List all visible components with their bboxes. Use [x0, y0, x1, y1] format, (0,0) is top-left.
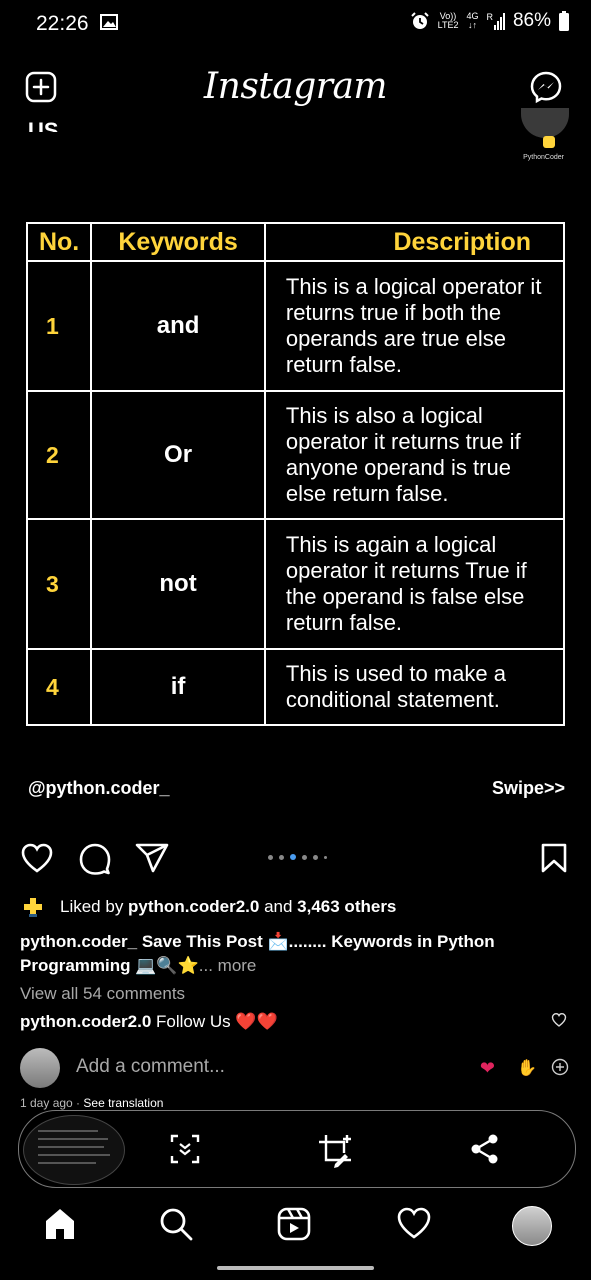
row-number: 2	[25, 390, 93, 520]
scroll-capture-icon[interactable]	[169, 1133, 201, 1165]
brand-badge-label: PythonCoder	[523, 154, 564, 161]
bottom-navigation	[0, 1190, 591, 1260]
table-header-row: No. Keywords Description	[25, 222, 566, 262]
carousel-dot	[302, 854, 307, 860]
row-keyword: Or	[90, 390, 266, 520]
row-number: 3	[25, 518, 93, 650]
caption-user[interactable]: python.coder_	[20, 932, 137, 951]
search-icon[interactable]	[158, 1206, 194, 1242]
share-send-icon[interactable]	[134, 842, 170, 874]
row-number: 1	[25, 260, 93, 392]
keywords-table: No. Keywords Description 1 and This is a…	[25, 222, 566, 726]
liker-avatar-icon	[24, 898, 42, 917]
row-description: This is also a logical operator it retur…	[263, 390, 566, 520]
profile-avatar[interactable]	[512, 1206, 552, 1246]
row-keyword: not	[90, 518, 266, 650]
row-description: This is used to make a conditional state…	[263, 649, 566, 726]
top-comment: python.coder2.0 Follow Us ❤️❤️	[20, 1012, 278, 1032]
row-description: This is a logical operator it returns tr…	[263, 260, 566, 392]
see-translation-link[interactable]: See translation	[83, 1096, 163, 1110]
brand-badge	[521, 108, 569, 138]
status-right: Vo)) LTE2 4G ↓↑ R 86%	[410, 10, 569, 32]
add-comment-input[interactable]: Add a comment...	[76, 1056, 225, 1078]
like-heart-icon[interactable]	[20, 842, 54, 874]
post-caption: python.coder_ Save This Post 📩........ K…	[20, 930, 560, 978]
add-comment-row: Add a comment... ❤ ✋	[0, 1046, 591, 1090]
post-handle: @python.coder_	[28, 778, 170, 798]
view-comments-link[interactable]: View all 54 comments	[20, 984, 185, 1004]
volte-indicator: Vo)) LTE2	[437, 11, 459, 30]
post-time: 1 day ago · See translation	[20, 1096, 164, 1110]
table-row: 1 and This is a logical operator it retu…	[25, 260, 566, 392]
row-description: This is again a logical operator it retu…	[263, 518, 566, 650]
signal-icon: R	[486, 12, 505, 30]
row-keyword: and	[90, 260, 266, 392]
carousel-dot	[324, 855, 327, 859]
add-icon[interactable]	[24, 70, 58, 104]
activity-heart-icon[interactable]	[396, 1206, 432, 1240]
comment-text: Follow Us ❤️❤️	[151, 1012, 278, 1031]
post-actions	[0, 838, 591, 878]
liked-by-text: Liked by python.coder2.0 and 3,463 other…	[60, 897, 397, 916]
comment-user[interactable]: python.coder2.0	[20, 1012, 151, 1031]
save-bookmark-icon[interactable]	[540, 842, 568, 874]
messenger-icon[interactable]	[529, 70, 563, 104]
row-number: 4	[25, 649, 93, 726]
edit-crop-icon[interactable]	[317, 1133, 353, 1169]
battery-percent: 86%	[512, 10, 551, 31]
quick-heart-emoji[interactable]: ❤	[480, 1058, 495, 1079]
app-header: Instagram	[0, 58, 591, 122]
status-time: 22:26	[36, 12, 89, 35]
gallery-icon	[100, 14, 118, 30]
carousel-dot	[313, 854, 318, 860]
header-no: No.	[25, 222, 93, 262]
quick-hands-emoji[interactable]: ✋	[517, 1058, 537, 1078]
comment-icon[interactable]	[78, 842, 112, 876]
carousel-dot	[279, 854, 284, 860]
home-icon[interactable]	[42, 1206, 78, 1242]
python-logo-icon	[543, 136, 555, 148]
screenshot-thumbnail[interactable]	[23, 1115, 125, 1185]
swipe-hint: Swipe>>	[491, 778, 565, 798]
row-keyword: if	[90, 649, 266, 726]
liked-by[interactable]: Liked by python.coder2.0 and 3,463 other…	[22, 896, 396, 918]
comment-like-icon[interactable]	[551, 1012, 567, 1028]
caption-emoji: 💻🔍⭐	[130, 956, 199, 975]
carousel-dots	[268, 854, 327, 860]
screenshot-toolbar	[18, 1110, 576, 1188]
caption-text: Save This Post 📩........	[137, 932, 332, 951]
share-icon[interactable]	[469, 1133, 501, 1165]
network-indicator: 4G ↓↑	[466, 11, 479, 30]
header-description: Description	[263, 222, 566, 262]
header-keywords: Keywords	[90, 222, 266, 262]
table-row: 3 not This is again a logical operator i…	[25, 518, 566, 650]
slide-partial-text: US	[28, 118, 59, 132]
post-image[interactable]: US PythonCoder No. Keywords Description …	[0, 108, 591, 830]
carousel-dot-active	[290, 854, 296, 860]
instagram-logo: Instagram	[203, 66, 388, 107]
battery-icon	[559, 11, 569, 31]
system-home-indicator[interactable]	[217, 1266, 374, 1270]
reels-icon[interactable]	[276, 1206, 312, 1242]
table-row: 2 Or This is also a logical operator it …	[25, 390, 566, 520]
table-row: 4 if This is used to make a conditional …	[25, 649, 566, 726]
carousel-dot	[268, 854, 273, 860]
alarm-icon	[410, 12, 429, 29]
caption-more-link[interactable]: ... more	[199, 956, 257, 975]
status-bar: 22:26 Vo)) LTE2 4G ↓↑ R 86%	[0, 0, 591, 48]
avatar	[20, 1048, 60, 1088]
more-emoji-icon[interactable]	[551, 1058, 569, 1076]
